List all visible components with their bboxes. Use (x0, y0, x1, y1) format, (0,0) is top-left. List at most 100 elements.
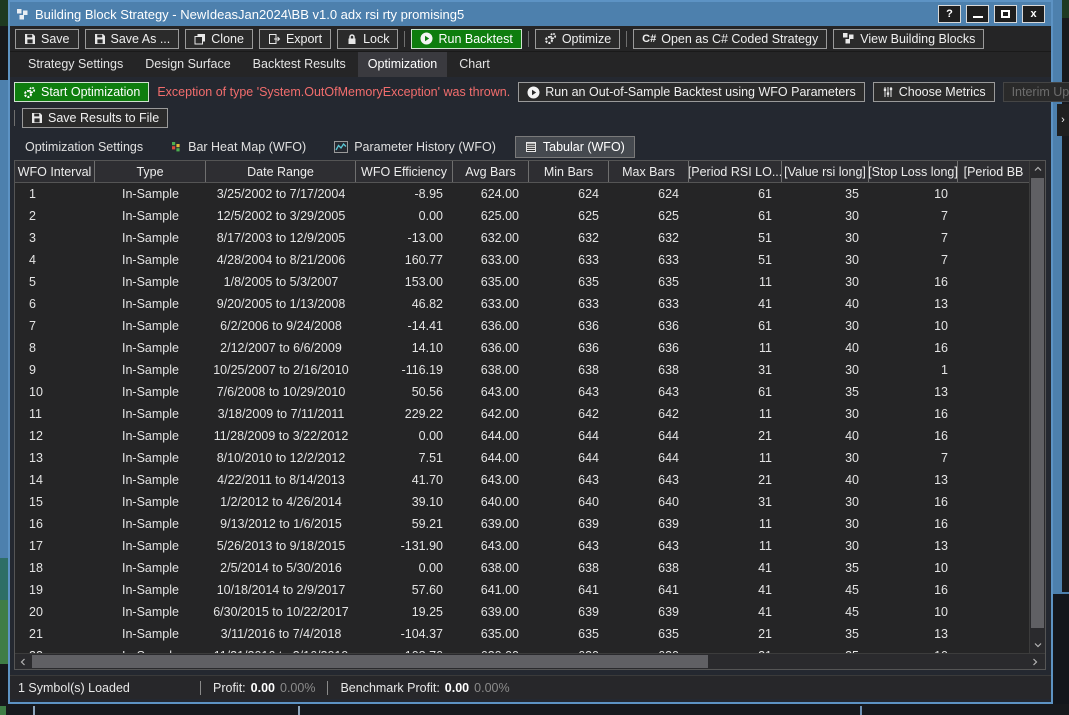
table-row[interactable]: 18In-Sample2/5/2014 to 5/30/20160.00638.… (15, 557, 1029, 579)
horizontal-scrollbar[interactable] (15, 653, 1045, 669)
table-cell: 6 (15, 293, 95, 315)
table-cell (958, 293, 1029, 315)
table-row[interactable]: 3In-Sample8/17/2003 to 12/9/2005-13.0063… (15, 227, 1029, 249)
column-header[interactable]: Date Range (206, 161, 356, 182)
help-button[interactable]: ? (938, 5, 961, 23)
table-cell: 9 (15, 359, 95, 381)
table-cell (958, 447, 1029, 469)
lock-button[interactable]: Lock (337, 29, 398, 49)
run-oos-backtest-button[interactable]: Run an Out-of-Sample Backtest using WFO … (518, 82, 865, 102)
optimize-button[interactable]: Optimize (535, 29, 620, 49)
table-cell (958, 513, 1029, 535)
table-cell: 30 (782, 447, 869, 469)
subtab-bar-heat-map[interactable]: Bar Heat Map (WFO) (162, 137, 315, 157)
table-cell: 4/28/2004 to 8/21/2006 (206, 249, 356, 271)
scroll-left-button[interactable] (15, 654, 31, 669)
column-header[interactable]: Type (95, 161, 206, 182)
table-cell: 7 (869, 205, 958, 227)
table-cell: 644 (529, 425, 609, 447)
table-cell (958, 337, 1029, 359)
table-cell: 30 (782, 403, 869, 425)
table-cell: 640.00 (453, 491, 529, 513)
minimize-button[interactable] (966, 5, 989, 23)
tab-backtest-results[interactable]: Backtest Results (243, 52, 356, 77)
tab-optimization[interactable]: Optimization (358, 52, 447, 77)
table-row[interactable]: 16In-Sample9/13/2012 to 1/6/201559.21639… (15, 513, 1029, 535)
horizontal-scrollbar-thumb[interactable] (32, 655, 708, 668)
column-header[interactable]: [Stop Loss long] (869, 161, 958, 182)
save-button[interactable]: Save (15, 29, 79, 49)
table-row[interactable]: 11In-Sample3/18/2009 to 7/11/2011229.226… (15, 403, 1029, 425)
table-row[interactable]: 12In-Sample11/28/2009 to 3/22/20120.0064… (15, 425, 1029, 447)
table-row[interactable]: 5In-Sample1/8/2005 to 5/3/2007153.00635.… (15, 271, 1029, 293)
clone-button[interactable]: Clone (185, 29, 253, 49)
column-header[interactable]: Min Bars (529, 161, 609, 182)
table-row[interactable]: 20In-Sample6/30/2015 to 10/22/201719.256… (15, 601, 1029, 623)
open-csharp-button[interactable]: C# Open as C# Coded Strategy (633, 29, 827, 49)
close-button[interactable]: x (1022, 5, 1045, 23)
table-row[interactable]: 10In-Sample7/6/2008 to 10/29/201050.5664… (15, 381, 1029, 403)
table-cell (958, 645, 1029, 653)
view-building-blocks-button[interactable]: View Building Blocks (833, 29, 984, 49)
title-bar[interactable]: Building Block Strategy - NewIdeasJan202… (10, 2, 1051, 26)
table-cell: 7 (869, 447, 958, 469)
maximize-button[interactable] (994, 5, 1017, 23)
table-row[interactable]: 2In-Sample12/5/2002 to 3/29/20050.00625.… (15, 205, 1029, 227)
tab-design-surface[interactable]: Design Surface (135, 52, 240, 77)
toolbar-separator (528, 31, 529, 47)
table-cell: 1 (15, 183, 95, 205)
table-row[interactable]: 19In-Sample10/18/2014 to 2/9/201757.6064… (15, 579, 1029, 601)
table-cell: 639 (529, 513, 609, 535)
subtab-tabular[interactable]: Tabular (WFO) (515, 136, 635, 158)
column-header[interactable]: Max Bars (609, 161, 689, 182)
column-header[interactable]: Avg Bars (453, 161, 529, 182)
table-row[interactable]: 8In-Sample2/12/2007 to 6/6/200914.10636.… (15, 337, 1029, 359)
background-panel-bottom-right (1053, 592, 1069, 715)
scroll-right-button[interactable] (1027, 654, 1043, 669)
status-bar: 1 Symbol(s) Loaded Profit: 0.00 0.00% Be… (10, 675, 1051, 699)
save-results-button[interactable]: Save Results to File (22, 108, 168, 128)
table-cell: 5 (15, 271, 95, 293)
table-row[interactable]: 7In-Sample6/2/2006 to 9/24/2008-14.41636… (15, 315, 1029, 337)
background-green-sliver (0, 706, 6, 715)
scroll-down-button[interactable] (1030, 637, 1045, 653)
table-row[interactable]: 9In-Sample10/25/2007 to 2/16/2010-116.19… (15, 359, 1029, 381)
choose-metrics-button[interactable]: Choose Metrics (873, 82, 995, 102)
table-row[interactable]: 13In-Sample8/10/2010 to 12/2/20127.51644… (15, 447, 1029, 469)
table-row[interactable]: 21In-Sample3/11/2016 to 7/4/2018-104.376… (15, 623, 1029, 645)
table-row[interactable]: 22In-Sample11/21/2016 to 3/16/2019108.76… (15, 645, 1029, 653)
maximize-icon (1001, 10, 1010, 18)
save-as-button[interactable]: Save As ... (85, 29, 180, 49)
background-divider (298, 706, 300, 715)
table-row[interactable]: 14In-Sample4/22/2011 to 8/14/201341.7064… (15, 469, 1029, 491)
column-header[interactable]: WFO Efficiency (356, 161, 453, 182)
vertical-scrollbar-thumb[interactable] (1031, 178, 1044, 628)
table-row[interactable]: 1In-Sample3/25/2002 to 7/17/2004-8.95624… (15, 183, 1029, 205)
vertical-scrollbar[interactable] (1029, 161, 1045, 653)
subtab-parameter-history[interactable]: Parameter History (WFO) (325, 137, 505, 157)
column-header[interactable]: [Value rsi long] (782, 161, 869, 182)
table-cell: 636 (609, 337, 689, 359)
table-cell: 2 (15, 205, 95, 227)
table-cell: 6/2/2006 to 9/24/2008 (206, 315, 356, 337)
tab-strategy-settings[interactable]: Strategy Settings (18, 52, 133, 77)
table-row[interactable]: 4In-Sample4/28/2004 to 8/21/2006160.7763… (15, 249, 1029, 271)
column-header[interactable]: [Period BB (958, 161, 1029, 182)
table-cell: 0.00 (356, 205, 453, 227)
scroll-up-button[interactable] (1030, 161, 1045, 177)
tab-chart[interactable]: Chart (449, 52, 500, 77)
table-cell: 643 (609, 535, 689, 557)
table-row[interactable]: 17In-Sample5/26/2013 to 9/18/2015-131.90… (15, 535, 1029, 557)
export-button[interactable]: Export (259, 29, 331, 49)
table-row[interactable]: 15In-Sample1/2/2012 to 4/26/201439.10640… (15, 491, 1029, 513)
table-cell: -8.95 (356, 183, 453, 205)
table-cell (958, 469, 1029, 491)
table-cell: 644 (529, 447, 609, 469)
column-header[interactable]: WFO Interval (15, 161, 95, 182)
start-optimization-button[interactable]: Start Optimization (14, 82, 149, 102)
table-cell: 633 (609, 293, 689, 315)
table-row[interactable]: 6In-Sample9/20/2005 to 1/13/200846.82633… (15, 293, 1029, 315)
subtab-optimization-settings[interactable]: Optimization Settings (16, 137, 152, 157)
column-header[interactable]: [Period RSI LO... (689, 161, 782, 182)
run-backtest-button[interactable]: Run Backtest (411, 29, 521, 49)
